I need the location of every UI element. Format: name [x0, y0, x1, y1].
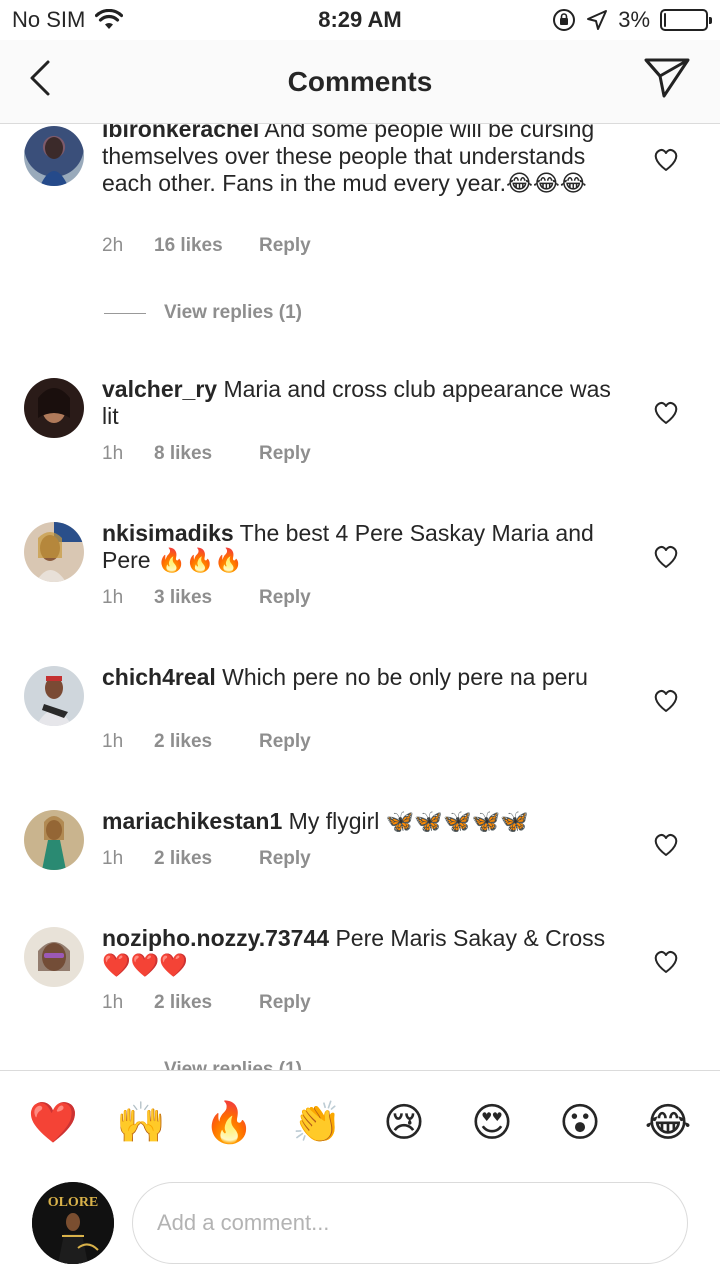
comments-list[interactable]: ibironkerachel And some people will be c…: [0, 124, 720, 1070]
status-bar: No SIM 8:29 AM 3%: [0, 0, 720, 40]
comment-time: 2h: [102, 235, 124, 256]
comment-text: nkisimadiks The best 4 Pere Saskay Maria…: [102, 520, 632, 574]
emoji-crying[interactable]: 😢: [380, 1099, 428, 1147]
emoji-fire[interactable]: 🔥: [204, 1099, 254, 1147]
comment-likes[interactable]: 2 likes: [154, 992, 259, 1014]
comment-text: ibironkerachel And some people will be c…: [102, 124, 632, 197]
reply-button[interactable]: Reply: [259, 235, 311, 257]
avatar[interactable]: [24, 378, 84, 438]
comment-text: nozipho.nozzy.73744 Pere Maris Sakay & C…: [102, 925, 632, 979]
status-right: 3%: [552, 7, 712, 33]
comment-text: mariachikestan1 My flygirl 🦋🦋🦋🦋🦋: [102, 808, 632, 835]
comment-meta: 1h 2 likes Reply: [102, 992, 311, 1014]
comment-meta: 1h 2 likes Reply: [102, 848, 311, 870]
comment-likes[interactable]: 8 likes: [154, 443, 259, 465]
comment-likes[interactable]: 2 likes: [154, 848, 259, 870]
comment-time: 1h: [102, 587, 124, 608]
battery-icon: [660, 9, 712, 31]
location-arrow-icon: [587, 10, 608, 30]
comment-text: chich4real Which pere no be only pere na…: [102, 664, 632, 691]
reply-button[interactable]: Reply: [259, 443, 311, 465]
emoji-raised-hands[interactable]: 🙌: [116, 1099, 166, 1147]
page-title: Comments: [287, 66, 433, 97]
battery-fill: [664, 13, 666, 27]
reply-button[interactable]: Reply: [259, 992, 311, 1014]
comment-time: 1h: [102, 848, 124, 869]
comment-likes[interactable]: 3 likes: [154, 587, 259, 609]
emoji-laughing[interactable]: 😂: [644, 1099, 692, 1147]
comment-content: Which pere no be only pere na peru: [215, 664, 588, 690]
reply-button[interactable]: Reply: [259, 848, 311, 870]
comment-input[interactable]: [132, 1182, 688, 1264]
comment-meta: 1h 8 likes Reply: [102, 443, 311, 465]
like-heart-icon[interactable]: [652, 687, 680, 713]
like-heart-icon[interactable]: [652, 948, 680, 974]
avatar-logo-text: OLORE: [48, 1195, 99, 1210]
like-heart-icon[interactable]: [652, 399, 680, 425]
avatar[interactable]: [24, 810, 84, 870]
comment-time: 1h: [102, 992, 124, 1013]
reply-button[interactable]: Reply: [259, 587, 311, 609]
view-replies-label: View replies (1): [164, 302, 302, 323]
orientation-lock-icon: [553, 9, 576, 31]
like-heart-icon[interactable]: [652, 831, 680, 857]
comment-meta: 1h 2 likes Reply: [102, 731, 311, 753]
comment-username[interactable]: ibironkerachel: [102, 124, 259, 142]
avatar[interactable]: [24, 522, 84, 582]
like-heart-icon[interactable]: [652, 543, 680, 569]
header: Comments: [0, 40, 720, 124]
comment-content: My flygirl 🦋🦋🦋🦋🦋: [282, 808, 529, 834]
emoji-surprised[interactable]: 😮: [556, 1099, 604, 1147]
comment-meta: 2h 16 likes Reply: [102, 235, 311, 257]
avatar[interactable]: [24, 126, 84, 186]
avatar[interactable]: [24, 927, 84, 987]
reply-button[interactable]: Reply: [259, 731, 311, 753]
compose-bar: OLORE: [0, 1174, 720, 1280]
comment-text: valcher_ry Maria and cross club appearan…: [102, 376, 632, 430]
comment-username[interactable]: nkisimadiks: [102, 520, 234, 546]
view-replies-button[interactable]: View replies (1): [104, 1059, 302, 1070]
battery-percent: 3%: [618, 7, 650, 32]
comment-likes[interactable]: 16 likes: [154, 235, 259, 257]
comment-likes[interactable]: 2 likes: [154, 731, 259, 753]
comment-username[interactable]: nozipho.nozzy.73744: [102, 925, 329, 951]
view-replies-line: [104, 312, 146, 314]
comment-meta: 1h 3 likes Reply: [102, 587, 311, 609]
like-heart-icon[interactable]: [652, 146, 680, 172]
comment-time: 1h: [102, 443, 124, 464]
view-replies-button[interactable]: View replies (1): [104, 302, 302, 324]
comment-username[interactable]: chich4real: [102, 664, 216, 690]
comment-username[interactable]: mariachikestan1: [102, 808, 282, 834]
emoji-bar: ❤️ 🙌 🔥 👏 😢 😍 😮 😂: [0, 1070, 720, 1174]
direct-send-icon[interactable]: [642, 56, 692, 100]
emoji-heart[interactable]: ❤️: [28, 1099, 78, 1147]
my-avatar: OLORE: [32, 1182, 114, 1264]
emoji-clap[interactable]: 👏: [292, 1099, 342, 1147]
comment-time: 1h: [102, 731, 124, 752]
comment-username[interactable]: valcher_ry: [102, 376, 217, 402]
emoji-heart-eyes[interactable]: 😍: [468, 1099, 516, 1147]
avatar[interactable]: [24, 666, 84, 726]
view-replies-label: View replies (1): [164, 1059, 302, 1070]
